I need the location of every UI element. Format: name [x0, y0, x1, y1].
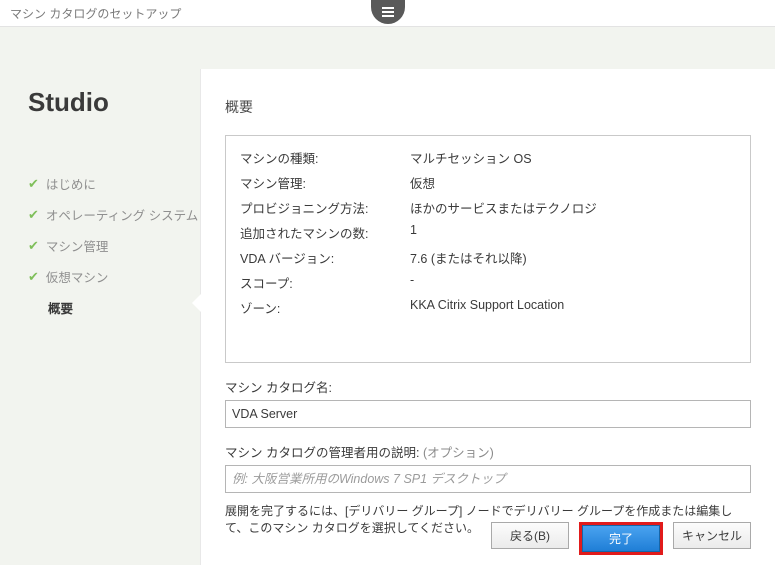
- hamburger-icon: [382, 11, 394, 13]
- nav-item-summary[interactable]: 概要: [28, 298, 200, 317]
- check-icon: ✔: [28, 269, 39, 285]
- title-bar: マシン カタログのセットアップ: [0, 0, 775, 26]
- summary-value: 仮想: [410, 173, 736, 192]
- summary-label: スコープ:: [240, 273, 410, 292]
- summary-row: 追加されたマシンの数: 1: [240, 223, 736, 242]
- nav-label: はじめに: [46, 174, 96, 193]
- catalog-desc-optional: (オプション): [423, 446, 494, 460]
- summary-box: マシンの種類: マルチセッション OS マシン管理: 仮想 プロビジョニング方法…: [225, 135, 751, 363]
- summary-row: マシン管理: 仮想: [240, 173, 736, 192]
- catalog-desc-input[interactable]: [225, 465, 751, 493]
- check-icon: ✔: [28, 176, 39, 192]
- nav-item-vm[interactable]: ✔ 仮想マシン: [28, 267, 200, 286]
- catalog-desc-label: マシン カタログの管理者用の説明: (オプション): [225, 442, 751, 461]
- page-title: 概要: [225, 97, 751, 117]
- summary-label: プロビジョニング方法:: [240, 198, 410, 217]
- check-icon: ✔: [28, 207, 39, 223]
- studio-title: Studio: [28, 87, 200, 118]
- summary-value: KKA Citrix Support Location: [410, 298, 736, 317]
- summary-row: マシンの種類: マルチセッション OS: [240, 148, 736, 167]
- nav-item-machine-management[interactable]: ✔ マシン管理: [28, 236, 200, 255]
- summary-value: 1: [410, 223, 736, 242]
- nav-label: オペレーティング システム: [46, 205, 198, 224]
- nav-label: 仮想マシン: [46, 267, 109, 286]
- summary-label: マシン管理:: [240, 173, 410, 192]
- summary-value: -: [410, 273, 736, 292]
- catalog-name-block: マシン カタログ名:: [225, 377, 751, 428]
- check-icon: ✔: [28, 238, 39, 254]
- nav-item-intro[interactable]: ✔ はじめに: [28, 174, 200, 193]
- finish-button-highlight: 完了: [579, 522, 663, 555]
- summary-value: 7.6 (またはそれ以降): [410, 248, 736, 267]
- summary-label: 追加されたマシンの数:: [240, 223, 410, 242]
- cancel-button[interactable]: キャンセル: [673, 522, 751, 549]
- summary-value: マルチセッション OS: [410, 148, 736, 167]
- summary-value: ほかのサービスまたはテクノロジ: [410, 198, 736, 217]
- catalog-desc-label-text: マシン カタログの管理者用の説明:: [225, 446, 419, 460]
- nav-label: マシン管理: [46, 236, 109, 255]
- nav-item-os[interactable]: ✔ オペレーティング システム: [28, 205, 200, 224]
- back-button[interactable]: 戻る(B): [491, 522, 569, 549]
- nav-label: 概要: [48, 298, 73, 317]
- summary-label: ゾーン:: [240, 298, 410, 317]
- catalog-name-input[interactable]: [225, 400, 751, 428]
- hamburger-menu-button[interactable]: [371, 0, 405, 24]
- catalog-name-label: マシン カタログ名:: [225, 377, 751, 396]
- window-title: マシン カタログのセットアップ: [10, 5, 181, 22]
- catalog-desc-block: マシン カタログの管理者用の説明: (オプション): [225, 442, 751, 493]
- summary-row: スコープ: -: [240, 273, 736, 292]
- sidebar-pointer-icon: [192, 294, 201, 312]
- wizard-body: Studio ✔ はじめに ✔ オペレーティング システム ✔ マシン管理 ✔ …: [0, 26, 775, 565]
- summary-row: VDA バージョン: 7.6 (またはそれ以降): [240, 248, 736, 267]
- summary-row: ゾーン: KKA Citrix Support Location: [240, 298, 736, 317]
- summary-row: プロビジョニング方法: ほかのサービスまたはテクノロジ: [240, 198, 736, 217]
- sidebar: Studio ✔ はじめに ✔ オペレーティング システム ✔ マシン管理 ✔ …: [0, 27, 200, 565]
- summary-label: VDA バージョン:: [240, 248, 410, 267]
- button-row: 戻る(B) 完了 キャンセル: [491, 522, 751, 555]
- content-area: 概要 マシンの種類: マルチセッション OS マシン管理: 仮想 プロビジョニン…: [200, 69, 775, 565]
- finish-button[interactable]: 完了: [582, 525, 660, 552]
- summary-label: マシンの種類:: [240, 148, 410, 167]
- content-inner: 概要 マシンの種類: マルチセッション OS マシン管理: 仮想 プロビジョニン…: [201, 69, 775, 550]
